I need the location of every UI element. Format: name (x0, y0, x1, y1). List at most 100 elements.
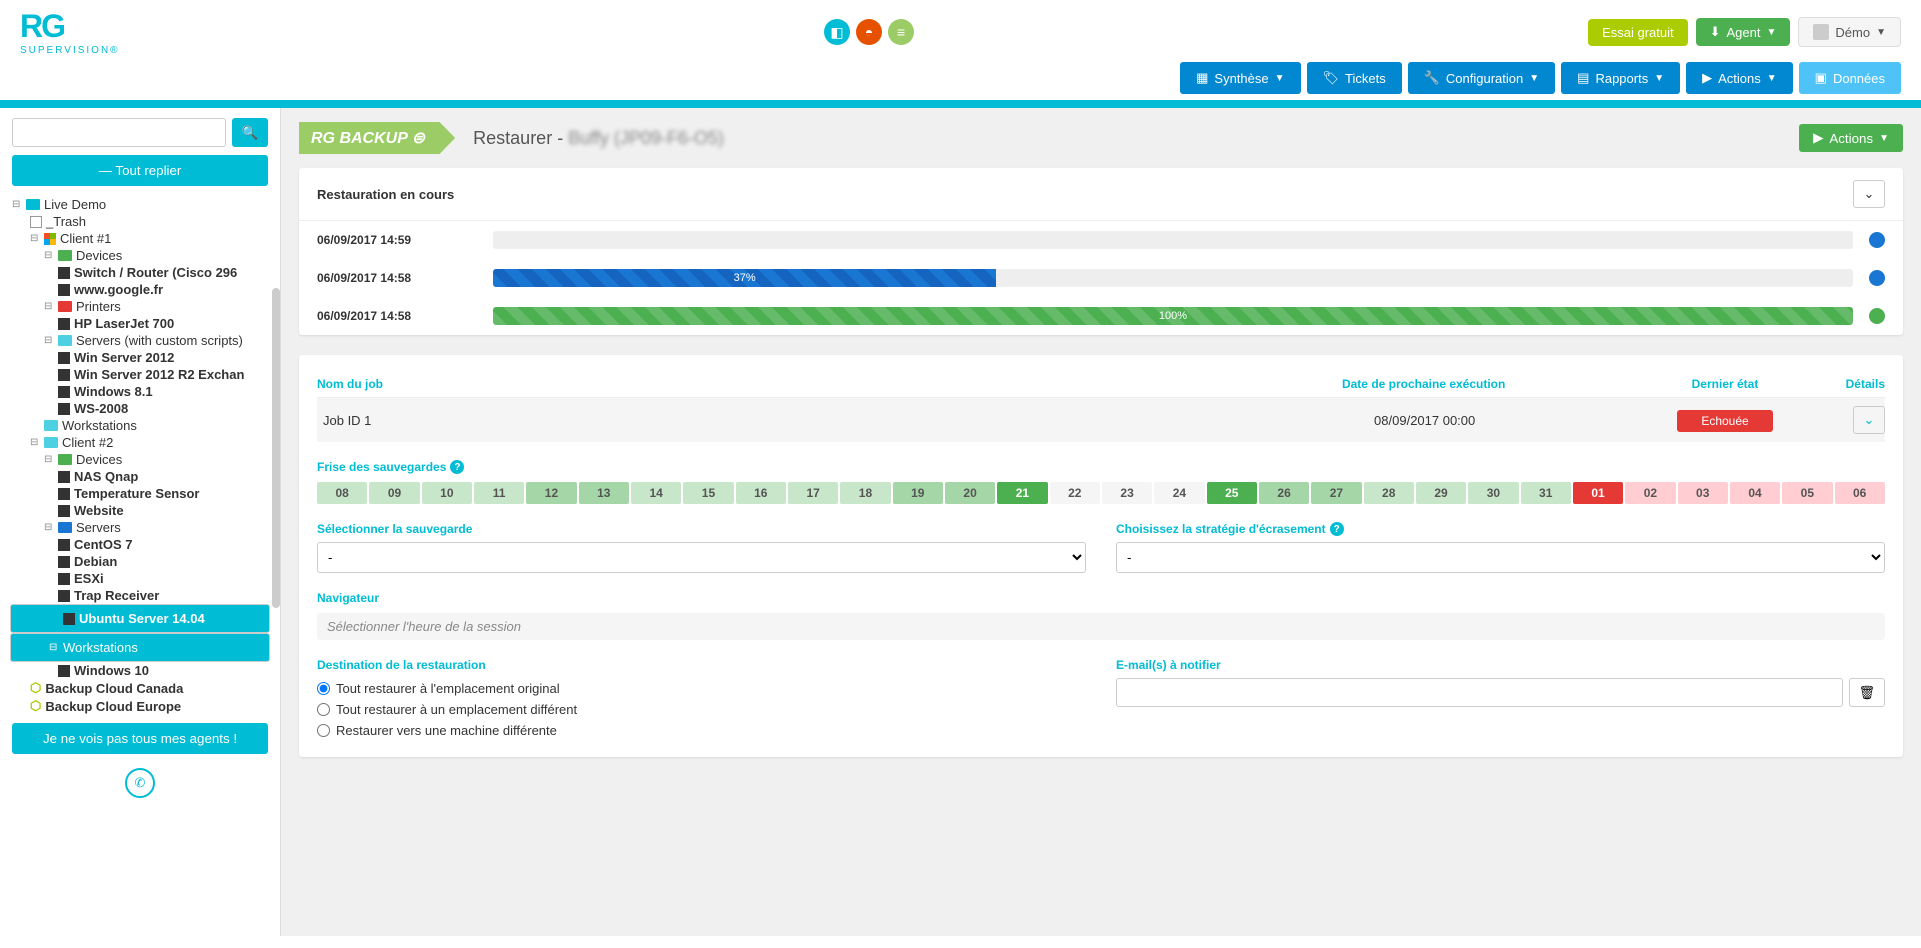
calendar-day[interactable]: 27 (1311, 482, 1361, 504)
tree-website[interactable]: Website (10, 502, 270, 519)
select-backup[interactable]: - (317, 542, 1086, 573)
calendar-day[interactable]: 21 (997, 482, 1047, 504)
calendar-day[interactable]: 25 (1207, 482, 1257, 504)
tree-beurope[interactable]: ⬡Backup Cloud Europe (10, 697, 270, 715)
calendar-day[interactable]: 18 (840, 482, 890, 504)
navigator-placeholder[interactable]: Sélectionner l'heure de la session (317, 613, 1885, 640)
calendar-day[interactable]: 02 (1625, 482, 1675, 504)
nav-rapports[interactable]: ▤Rapports▼ (1561, 62, 1680, 94)
tree-google[interactable]: www.google.fr (10, 281, 270, 298)
tree-win2012r2[interactable]: Win Server 2012 R2 Exchan (10, 366, 270, 383)
collapse-all-button[interactable]: — Tout replier (12, 155, 268, 186)
job-details-button[interactable]: ⌄ (1853, 406, 1885, 434)
calendar-day[interactable]: 14 (631, 482, 681, 504)
tree-esxi[interactable]: ESXi (10, 570, 270, 587)
server-icon (58, 539, 70, 551)
calendar-day[interactable]: 09 (369, 482, 419, 504)
search-input[interactable] (12, 118, 226, 147)
calendar-day[interactable]: 17 (788, 482, 838, 504)
tree-root[interactable]: ⊟Live Demo (10, 196, 270, 213)
calendar-day[interactable]: 12 (526, 482, 576, 504)
calendar-day[interactable]: 01 (1573, 482, 1623, 504)
info-icon[interactable]: ? (450, 460, 464, 474)
select-backup-label: Sélectionner la sauvegarde (317, 522, 1086, 536)
calendar-day[interactable]: 11 (474, 482, 524, 504)
select-strategy[interactable]: - (1116, 542, 1885, 573)
tree-devices2[interactable]: ⊟Devices (10, 451, 270, 468)
tree-client1[interactable]: ⊟Client #1 (10, 230, 270, 247)
tree-trash[interactable]: _Trash (10, 213, 270, 230)
radio-original[interactable] (317, 682, 330, 695)
tree-temp[interactable]: Temperature Sensor (10, 485, 270, 502)
nav-tickets[interactable]: 🏷Tickets (1307, 62, 1402, 94)
top-icon-shield[interactable]: ◓ (856, 19, 882, 45)
nav-synthese[interactable]: ▦Synthèse▼ (1180, 62, 1300, 94)
tree-ws2008[interactable]: WS-2008 (10, 400, 270, 417)
tree-devices1[interactable]: ⊟Devices (10, 247, 270, 264)
tree-printers[interactable]: ⊟Printers (10, 298, 270, 315)
calendar-day[interactable]: 22 (1050, 482, 1100, 504)
email-delete-button[interactable]: 🗑 (1849, 678, 1885, 707)
calendar-day[interactable]: 26 (1259, 482, 1309, 504)
tree-bcanada[interactable]: ⬡Backup Cloud Canada (10, 679, 270, 697)
calendar-day[interactable]: 19 (893, 482, 943, 504)
tree-win81[interactable]: Windows 8.1 (10, 383, 270, 400)
nav-donnees[interactable]: ▣Données (1799, 62, 1901, 94)
tree-servers2[interactable]: ⊟Servers (10, 519, 270, 536)
email-input[interactable] (1116, 678, 1843, 707)
radio-different-location[interactable] (317, 703, 330, 716)
destination-label: Destination de la restauration (317, 658, 1086, 672)
nav-configuration[interactable]: 🔧Configuration▼ (1408, 62, 1555, 94)
calendar-day[interactable]: 31 (1521, 482, 1571, 504)
panel-toggle-button[interactable]: ⌄ (1853, 180, 1885, 208)
calendar-day[interactable]: 03 (1678, 482, 1728, 504)
calendar-day[interactable]: 04 (1730, 482, 1780, 504)
calendar-day[interactable]: 23 (1102, 482, 1152, 504)
tree-switch[interactable]: Switch / Router (Cisco 296 (10, 264, 270, 281)
user-menu[interactable]: Démo▼ (1798, 17, 1901, 47)
tree-debian[interactable]: Debian (10, 553, 270, 570)
avatar-icon (1813, 24, 1829, 40)
calendar-day[interactable]: 05 (1782, 482, 1832, 504)
trial-button[interactable]: Essai gratuit (1588, 19, 1688, 46)
calendar-day[interactable]: 29 (1416, 482, 1466, 504)
chevron-down-icon: ▼ (1767, 73, 1777, 84)
search-button[interactable]: 🔍 (232, 118, 268, 147)
tree-ubuntu[interactable]: Ubuntu Server 14.04 (10, 604, 270, 633)
tree-nas[interactable]: NAS Qnap (10, 468, 270, 485)
tree-workstations1[interactable]: Workstations (10, 417, 270, 434)
tree-client2[interactable]: ⊟Client #2 (10, 434, 270, 451)
top-icon-monitor[interactable]: ◧ (824, 19, 850, 45)
tree-servers1[interactable]: ⊟Servers (with custom scripts) (10, 332, 270, 349)
tree-centos[interactable]: CentOS 7 (10, 536, 270, 553)
calendar-day[interactable]: 24 (1154, 482, 1204, 504)
calendar-day[interactable]: 30 (1468, 482, 1518, 504)
tree-workstations2[interactable]: ⊟Workstations (10, 633, 270, 662)
logo[interactable]: RG SUPERVISION® (20, 8, 150, 56)
tree-scrollbar[interactable] (272, 288, 280, 608)
panel-title-restoration: Restauration en cours (317, 187, 454, 202)
tree-trap[interactable]: Trap Receiver (10, 587, 270, 604)
radio-different-machine[interactable] (317, 724, 330, 737)
top-icon-db[interactable]: ≡ (888, 19, 914, 45)
calendar-day[interactable]: 28 (1364, 482, 1414, 504)
missing-agents-button[interactable]: Je ne vois pas tous mes agents ! (12, 723, 268, 754)
chevron-down-icon: ▼ (1275, 73, 1285, 84)
info-icon[interactable]: ? (1330, 522, 1344, 536)
tree-win10[interactable]: Windows 10 (10, 662, 270, 679)
calendar-day[interactable]: 06 (1835, 482, 1885, 504)
agent-button[interactable]: ⬇Agent▼ (1696, 18, 1791, 46)
calendar-day[interactable]: 08 (317, 482, 367, 504)
calendar-day[interactable]: 10 (422, 482, 472, 504)
calendar-day[interactable]: 20 (945, 482, 995, 504)
tree-win2012[interactable]: Win Server 2012 (10, 349, 270, 366)
phone-icon[interactable]: ✆ (125, 768, 155, 798)
tree-hp[interactable]: HP LaserJet 700 (10, 315, 270, 332)
page-actions-button[interactable]: ▶Actions▼ (1799, 124, 1903, 152)
calendar-day[interactable]: 13 (579, 482, 629, 504)
nav-actions[interactable]: ▶Actions▼ (1686, 62, 1793, 94)
job-name: Job ID 1 (317, 413, 1204, 428)
calendar-day[interactable]: 15 (683, 482, 733, 504)
job-row[interactable]: Job ID 1 08/09/2017 00:00 Echouée ⌄ (317, 398, 1885, 442)
calendar-day[interactable]: 16 (736, 482, 786, 504)
